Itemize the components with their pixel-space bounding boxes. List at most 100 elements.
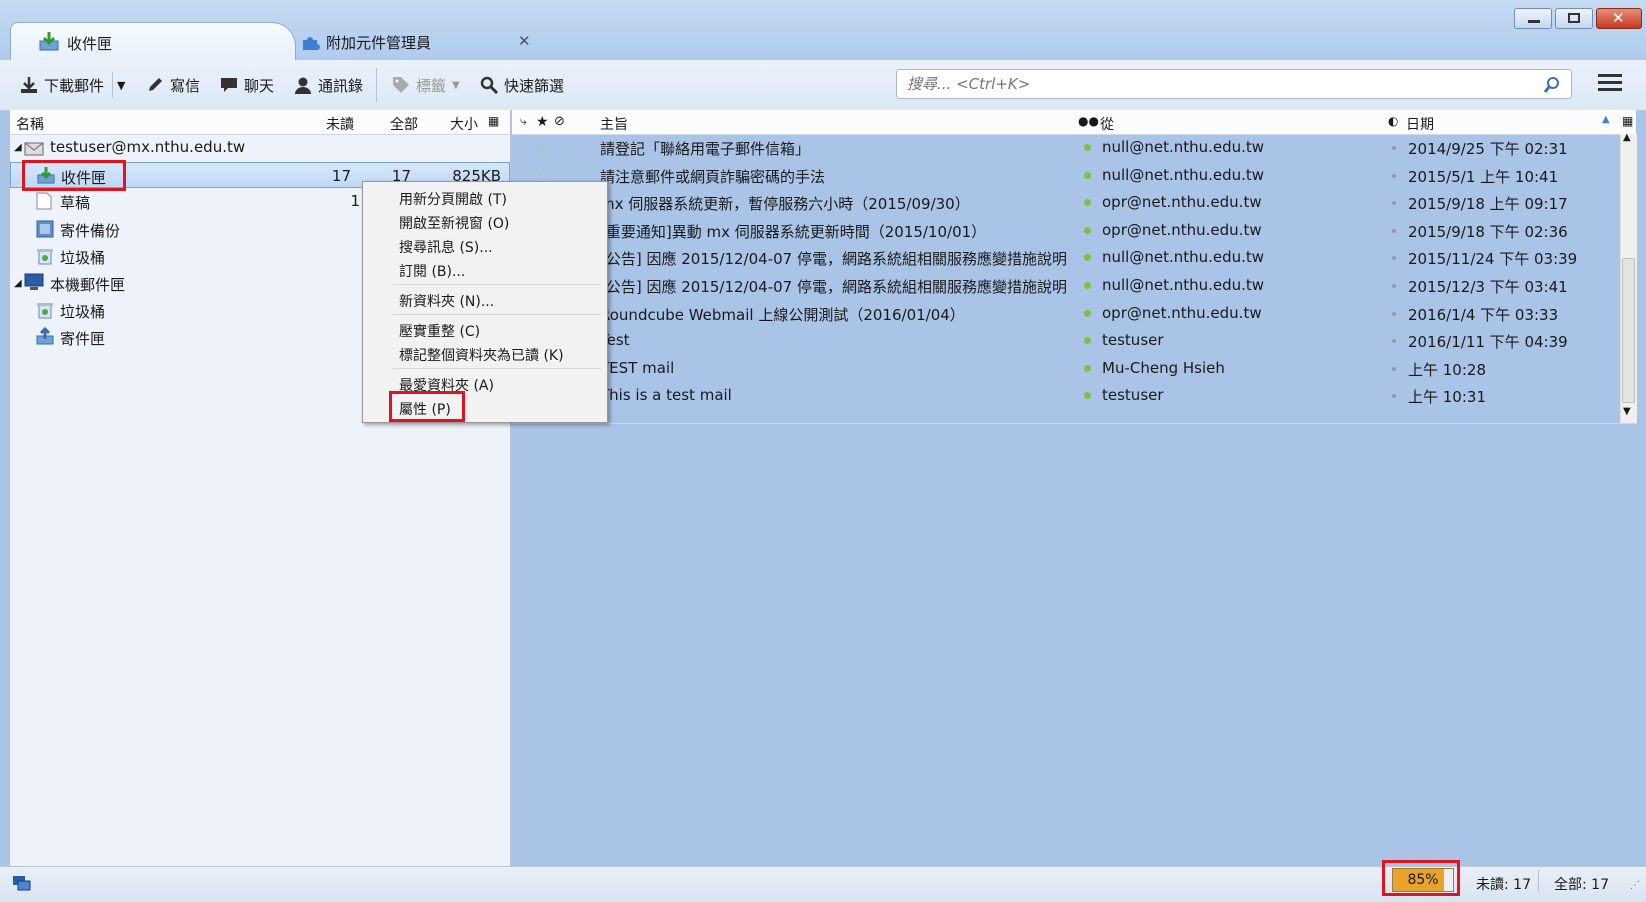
tag-label: 標籤	[416, 76, 447, 95]
message-row[interactable]: ☆[公告] 因應 2015/12/04-07 停電，網路系統組相關服務應變措施說…	[512, 244, 1620, 271]
column-total-header[interactable]: 全部	[390, 114, 418, 134]
sent-folder-icon	[36, 220, 54, 238]
tab-inbox[interactable]: 收件匣	[10, 22, 296, 63]
search-input[interactable]	[905, 70, 1529, 98]
menu-item-open-new-window[interactable]: 開啟至新視窗 (O)	[399, 213, 509, 233]
address-book-button[interactable]: 通訊錄	[294, 72, 363, 98]
expand-triangle-icon[interactable]: ◢	[14, 142, 22, 153]
address-book-label: 通訊錄	[318, 76, 364, 95]
online-status-icon[interactable]	[12, 875, 32, 893]
scroll-up-arrow-icon[interactable]: ▲	[1623, 132, 1631, 143]
column-picker-icon[interactable]: ▦	[488, 114, 499, 128]
star-toggle-icon[interactable]: ☆	[536, 138, 549, 156]
expand-triangle-icon[interactable]: ◢	[14, 278, 22, 289]
menu-item-search-messages[interactable]: 搜尋訊息 (S)...	[399, 237, 493, 257]
folder-unread-count: 1	[350, 192, 360, 210]
write-label: 寫信	[170, 76, 201, 95]
quota-meter[interactable]: 85%	[1392, 868, 1454, 892]
menu-item-compact[interactable]: 壓實重整 (C)	[399, 321, 480, 341]
junk-status-dot-icon[interactable]	[1392, 311, 1396, 316]
column-subject-header[interactable]: 主旨	[600, 114, 628, 134]
message-date: 上午 10:31	[1408, 388, 1486, 407]
menu-item-open-new-tab[interactable]: 用新分頁開啟 (T)	[399, 189, 507, 209]
get-mail-dropdown[interactable]: ▼	[112, 72, 125, 98]
maximize-button[interactable]	[1555, 8, 1593, 29]
message-date: 2015/11/24 下午 03:39	[1408, 250, 1578, 269]
junk-status-dot-icon[interactable]	[1392, 366, 1396, 371]
unread-status-dot-icon[interactable]	[1084, 309, 1091, 317]
unread-status-dot-icon[interactable]	[1084, 392, 1091, 400]
message-date: 2014/9/25 下午 02:31	[1408, 140, 1568, 158]
unread-status-dot-icon[interactable]	[1084, 171, 1091, 179]
column-from-header[interactable]: 從	[1100, 114, 1114, 134]
folder-label: 垃圾桶	[60, 249, 106, 267]
column-unread-header[interactable]: 未讀	[326, 114, 354, 134]
toolbar-divider	[376, 68, 377, 102]
junk-status-dot-icon[interactable]	[1392, 146, 1396, 150]
quick-filter-button[interactable]: 快速篩選	[480, 72, 564, 98]
chat-button[interactable]: 聊天	[220, 72, 274, 98]
column-date-header[interactable]: 日期	[1406, 114, 1434, 134]
star-column-icon[interactable]: ★	[536, 114, 549, 130]
scrollbar-thumb[interactable]	[1622, 258, 1635, 403]
tab-label: 收件匣	[67, 35, 113, 53]
scroll-down-arrow-icon[interactable]: ▼	[1623, 406, 1631, 417]
message-subject: 請注意郵件或網頁詐騙密碼的手法	[600, 167, 826, 186]
junk-status-dot-icon[interactable]	[1392, 284, 1396, 288]
column-name-header[interactable]: 名稱	[16, 114, 44, 134]
status-divider	[1538, 870, 1539, 892]
junk-status-column-icon[interactable]: ◐	[1388, 114, 1398, 128]
account-row[interactable]: ◢ testuser@mx.nthu.edu.tw	[10, 134, 510, 160]
junk-status-dot-icon[interactable]	[1392, 339, 1396, 344]
message-row[interactable]: ☆Testtestuser2016/1/11 下午 04:39	[512, 327, 1620, 354]
search-icon[interactable]	[1543, 76, 1561, 94]
message-row[interactable]: ☆[重要通知]異動 mx 伺服器系統更新時間（2015/10/01）opr@ne…	[512, 217, 1620, 244]
unread-status-dot-icon[interactable]	[1084, 337, 1091, 345]
message-row[interactable]: ☆Roundcube Webmail 上線公開測試（2016/01/04）opr…	[512, 300, 1620, 327]
close-tab-icon[interactable]: ✕	[518, 32, 531, 50]
message-row[interactable]: ☆ 請登記「聯絡用電子郵件信箱」 null@net.nthu.edu.tw 2014/…	[512, 134, 1620, 161]
message-from: null@net.nthu.edu.tw	[1102, 165, 1265, 184]
column-picker-icon[interactable]: ▦	[1622, 114, 1633, 128]
message-row[interactable]: ☆TEST mailMu-Cheng Hsieh上午 10:28	[512, 355, 1620, 382]
unread-status-dot-icon[interactable]	[1084, 226, 1091, 234]
unread-status-dot-icon[interactable]	[1084, 254, 1091, 262]
junk-status-dot-icon[interactable]	[1392, 173, 1396, 178]
message-row[interactable]: ☆mx 伺服器系統更新，暫停服務六小時（2015/09/30）opr@net.n…	[512, 189, 1620, 216]
message-subject: 請登記「聯絡用電子郵件信箱」	[600, 140, 811, 158]
message-row[interactable]: ☆ 請注意郵件或網頁詐騙密碼的手法 null@net.nthu.edu.tw 2015…	[512, 162, 1620, 189]
column-size-header[interactable]: 大小	[450, 114, 478, 134]
message-row[interactable]: ☆[公告] 因應 2015/12/04-07 停電，網路系統組相關服務應變措施說…	[512, 272, 1620, 299]
close-window-button[interactable]: ✕	[1596, 8, 1642, 29]
tag-button[interactable]: 標籤 ▼	[392, 72, 460, 98]
unread-status-dot-icon[interactable]	[1084, 144, 1091, 151]
get-mail-button[interactable]: 下載郵件	[20, 72, 104, 98]
highlight-box-inbox	[22, 160, 126, 191]
unread-status-dot-icon[interactable]	[1084, 282, 1091, 289]
download-icon	[21, 77, 37, 93]
app-menu-button[interactable]	[1598, 74, 1622, 94]
menu-item-mark-folder-read[interactable]: 標記整個資料夾為已讀 (K)	[399, 345, 564, 365]
message-from: null@net.nthu.edu.tw	[1102, 276, 1265, 294]
contact-icon	[295, 77, 311, 94]
junk-status-dot-icon[interactable]	[1392, 256, 1396, 261]
trash-icon	[37, 249, 53, 265]
junk-status-dot-icon[interactable]	[1392, 394, 1396, 399]
junk-status-dot-icon[interactable]	[1392, 228, 1396, 233]
message-from: opr@net.nthu.edu.tw	[1102, 220, 1262, 239]
message-row[interactable]: ☆This is a test mailtestuser上午 10:31	[512, 382, 1620, 409]
menu-item-subscribe[interactable]: 訂閱 (B)...	[399, 261, 465, 281]
unread-status-dot-icon[interactable]	[1084, 199, 1091, 207]
thread-column-icon[interactable]: ⤷	[520, 114, 527, 129]
search-box[interactable]	[896, 69, 1572, 99]
attachment-column-icon[interactable]: ⊘	[554, 114, 565, 129]
trash-icon	[37, 303, 53, 319]
resize-grip-icon[interactable]: ⋰	[1630, 880, 1640, 891]
menu-item-new-folder[interactable]: 新資料夾 (N)...	[399, 291, 494, 311]
junk-status-dot-icon[interactable]	[1392, 201, 1396, 206]
unread-status-dot-icon[interactable]	[1084, 364, 1091, 372]
read-status-column-icon[interactable]: ●●	[1078, 114, 1099, 128]
tab-addons-manager[interactable]: 附加元件管理員 ✕	[300, 26, 550, 60]
write-button[interactable]: 寫信	[146, 72, 200, 98]
minimize-button[interactable]	[1514, 8, 1552, 29]
